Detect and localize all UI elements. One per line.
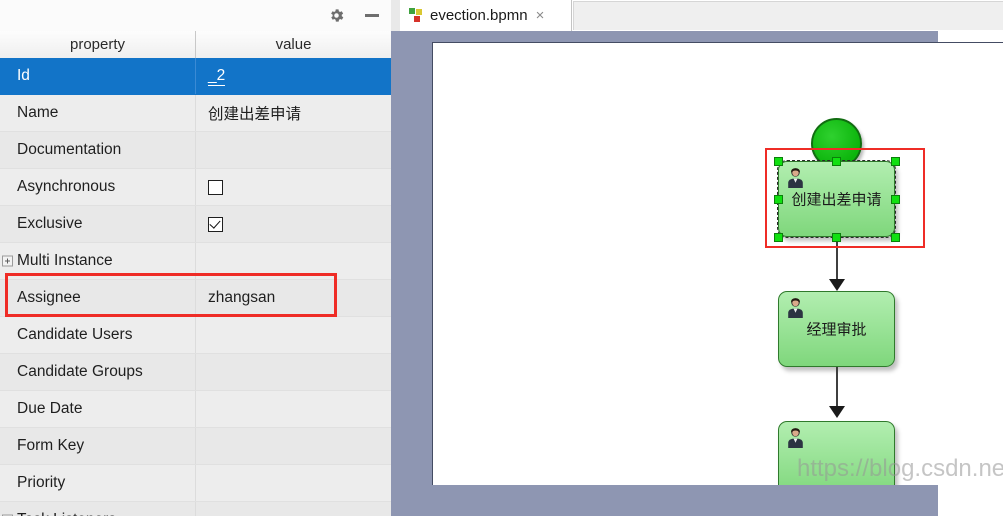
table-row[interactable]: Priority [0,465,391,502]
table-row[interactable]: Documentation [0,132,391,169]
asynchronous-checkbox[interactable] [208,179,223,195]
table-row-assignee[interactable]: Assignee zhangsan [0,280,391,317]
table-row[interactable]: Multi Instance [0,243,391,280]
property-value-cell[interactable] [196,391,391,427]
bpmn-user-task-2[interactable]: 经理审批 [778,291,895,367]
bpmn-editor: evection.bpmn × StartEvent 创建出差申请 [400,0,1003,516]
tab-label: evection.bpmn [430,7,528,24]
property-name-cell: Task Listeners [0,502,196,516]
user-task-icon [786,427,805,449]
panel-vertical-scrollbar[interactable] [391,31,400,516]
minimize-icon[interactable] [361,5,383,27]
property-name-cell: Documentation [0,132,196,168]
property-name-cell: Priority [0,465,196,501]
user-task-icon [786,167,805,189]
properties-table-body: Id _2 Name 创建出差申请 Documentation Asynchro… [0,58,391,516]
property-value-cell[interactable]: _2 [196,58,391,94]
tab-evection-bpmn[interactable]: evection.bpmn × [400,0,572,31]
sequence-flow-2-arrow [829,279,845,291]
property-value-cell[interactable] [196,465,391,501]
panel-toolbar-icons [325,0,383,31]
column-header-value[interactable]: value [196,31,391,58]
property-value-cell[interactable] [196,354,391,390]
resize-handle-nw[interactable] [774,157,783,166]
property-name-cell: Asynchronous [0,169,196,205]
property-name-cell: Multi Instance [0,243,196,279]
table-row[interactable]: Form Key [0,428,391,465]
property-value-cell[interactable] [196,317,391,353]
task-label: 经理审批 [806,320,867,339]
property-value-cell[interactable] [196,502,391,516]
resize-handle-sw[interactable] [774,233,783,242]
exclusive-checkbox[interactable] [208,216,223,232]
property-value-cell[interactable] [196,206,391,242]
properties-table-header: property value [0,31,391,59]
property-value-cell[interactable]: 创建出差申请 [196,95,391,131]
bpmn-user-task-3[interactable] [778,421,895,485]
table-row[interactable]: Asynchronous [0,169,391,206]
bpmn-canvas[interactable]: StartEvent 创建出差申请 [432,42,1003,485]
property-value-cell[interactable] [196,132,391,168]
resize-handle-ne[interactable] [891,157,900,166]
property-value-cell[interactable] [196,169,391,205]
property-name-cell: Form Key [0,428,196,464]
editor-tabbar: evection.bpmn × [400,0,1003,31]
sequence-flow-3-arrow [829,406,845,418]
property-value-cell[interactable] [196,243,391,279]
property-name-cell: Due Date [0,391,196,427]
property-name-cell: Exclusive [0,206,196,242]
properties-panel-toolbar [0,0,391,32]
task-label: 创建出差申请 [791,190,882,209]
property-name-cell: Name [0,95,196,131]
resize-handle-se[interactable] [891,233,900,242]
property-value-cell[interactable] [196,428,391,464]
table-row[interactable]: Id _2 [0,58,391,95]
gear-icon[interactable] [325,5,347,27]
table-row[interactable]: Due Date [0,391,391,428]
property-value-text: _2 [208,66,226,86]
user-task-icon [786,297,805,319]
resize-handle-w[interactable] [774,195,783,204]
properties-panel: property value Id _2 Name 创建出差申请 Documen… [0,0,391,516]
property-name-text: Task Listeners [17,511,116,516]
column-header-property[interactable]: property [0,31,196,58]
table-row[interactable]: Candidate Users [0,317,391,354]
close-icon[interactable]: × [536,8,545,23]
resize-handle-e[interactable] [891,195,900,204]
property-name-text: Multi Instance [17,252,113,269]
property-name-cell: Assignee [0,280,196,316]
bpmn-user-task-1[interactable]: 创建出差申请 [777,160,896,238]
tabbar-empty-area [573,1,1003,30]
property-name-cell: Candidate Groups [0,354,196,390]
bpmn-file-icon [409,8,424,23]
resize-handle-s[interactable] [832,233,841,242]
property-name-cell: Id [0,58,196,94]
table-row[interactable]: Task Listeners [0,502,391,516]
expand-plus-icon[interactable] [2,255,13,267]
table-row[interactable]: Name 创建出差申请 [0,95,391,132]
resize-handle-n[interactable] [832,157,841,166]
table-row[interactable]: Candidate Groups [0,354,391,391]
property-name-cell: Candidate Users [0,317,196,353]
table-row[interactable]: Exclusive [0,206,391,243]
assignee-value-cell[interactable]: zhangsan [196,280,391,316]
